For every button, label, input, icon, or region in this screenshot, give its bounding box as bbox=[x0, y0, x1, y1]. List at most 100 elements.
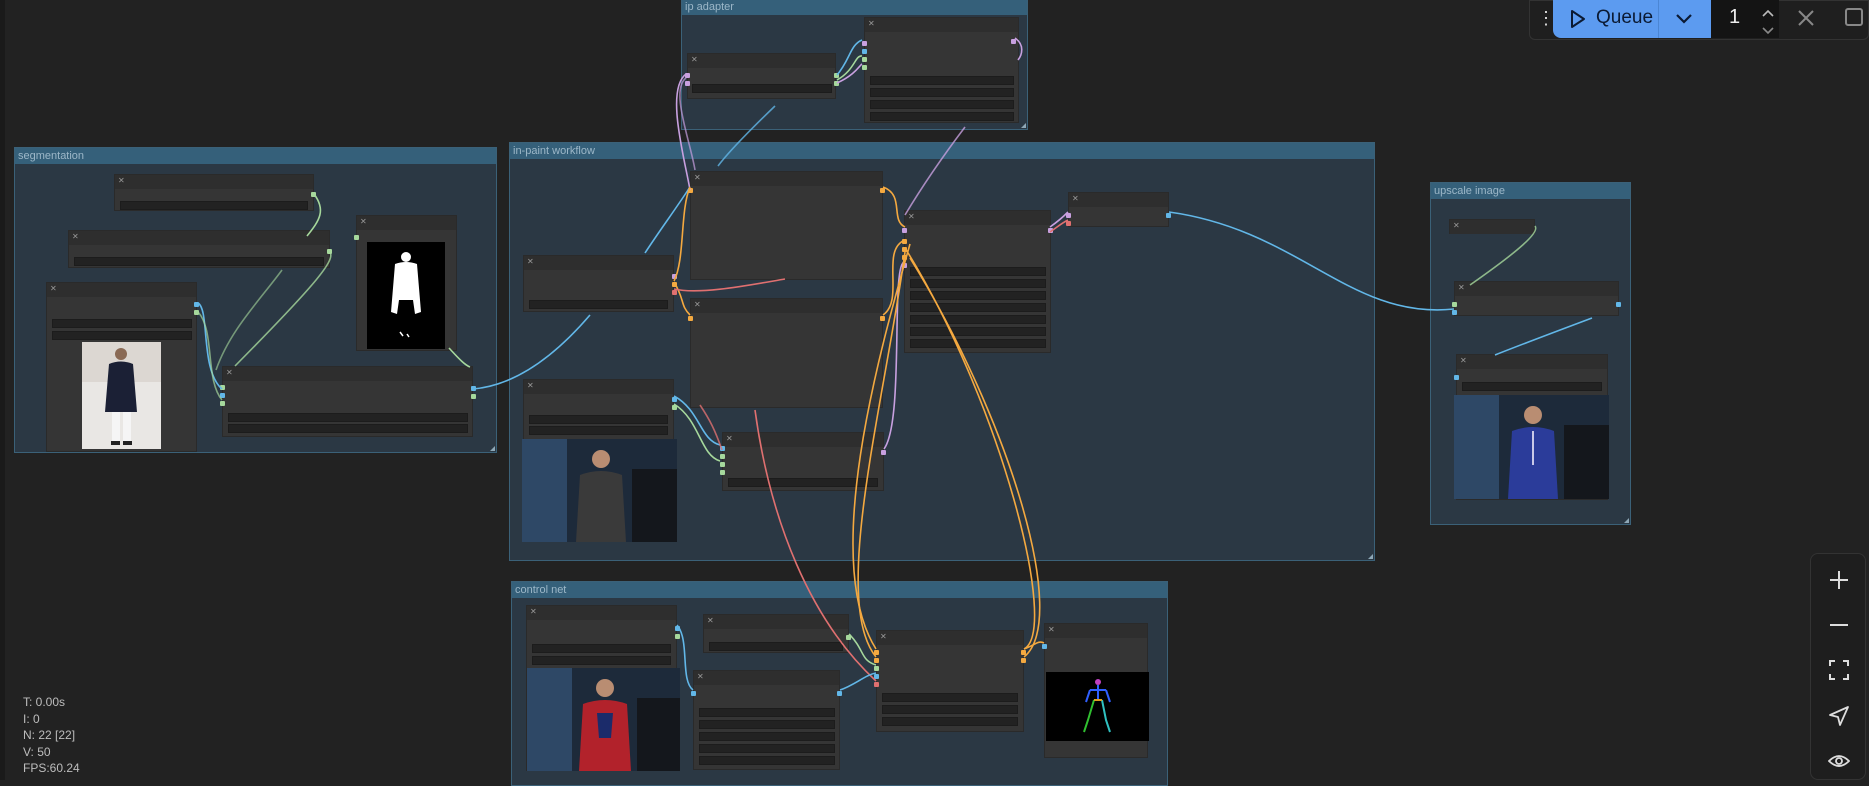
collapse-icon[interactable]: ✕ bbox=[72, 232, 79, 242]
collapse-icon[interactable]: ✕ bbox=[707, 616, 714, 626]
collapse-icon[interactable]: ✕ bbox=[908, 212, 915, 222]
node-image-composite[interactable]: ✕ bbox=[720, 432, 886, 491]
collapse-icon[interactable]: ✕ bbox=[697, 672, 704, 682]
output-port[interactable] bbox=[672, 290, 677, 295]
node-header[interactable]: ✕ bbox=[527, 606, 676, 620]
output-port[interactable] bbox=[1166, 213, 1171, 218]
input-port[interactable] bbox=[1066, 213, 1071, 218]
output-port[interactable] bbox=[1048, 228, 1053, 233]
group-resize-handle[interactable] bbox=[1368, 554, 1373, 559]
node-widget[interactable] bbox=[529, 300, 668, 309]
output-port[interactable] bbox=[846, 635, 851, 640]
output-port[interactable] bbox=[834, 81, 839, 86]
node-header[interactable]: ✕ bbox=[1045, 624, 1147, 638]
collapse-icon[interactable]: ✕ bbox=[118, 176, 125, 186]
node-header[interactable]: ✕ bbox=[905, 211, 1050, 225]
input-port[interactable] bbox=[874, 682, 879, 687]
node-header[interactable]: ✕ bbox=[1450, 220, 1534, 234]
fit-view-icon[interactable] bbox=[1824, 655, 1854, 685]
collapse-icon[interactable]: ✕ bbox=[360, 217, 367, 227]
node-header[interactable]: ✕ bbox=[357, 216, 456, 230]
input-port[interactable] bbox=[688, 316, 693, 321]
output-port[interactable] bbox=[672, 405, 677, 410]
node-upscale-with-model[interactable]: ✕ bbox=[1452, 281, 1621, 316]
node-header[interactable]: ✕ bbox=[704, 615, 848, 629]
node-widget[interactable] bbox=[699, 744, 835, 753]
output-port[interactable] bbox=[672, 397, 677, 402]
input-port[interactable] bbox=[691, 691, 696, 696]
output-port[interactable] bbox=[1021, 650, 1026, 655]
collapse-icon[interactable]: ✕ bbox=[691, 55, 698, 65]
collapse-icon[interactable]: ✕ bbox=[694, 173, 701, 183]
output-port[interactable] bbox=[880, 316, 885, 321]
node-header[interactable]: ✕ bbox=[688, 54, 835, 68]
output-port[interactable] bbox=[672, 274, 677, 279]
node-widget[interactable] bbox=[529, 415, 668, 424]
node-widget[interactable] bbox=[870, 88, 1014, 97]
node-header[interactable]: ✕ bbox=[47, 283, 196, 297]
node-widget[interactable] bbox=[74, 257, 324, 266]
node-widget[interactable] bbox=[228, 424, 468, 433]
panel-toggle-icon[interactable] bbox=[1843, 6, 1865, 33]
node-ksampler-b[interactable]: ✕ bbox=[688, 298, 885, 408]
collapse-icon[interactable]: ✕ bbox=[50, 284, 57, 294]
collapse-icon[interactable]: ✕ bbox=[726, 434, 733, 444]
input-port[interactable] bbox=[902, 255, 907, 260]
input-port[interactable] bbox=[902, 239, 907, 244]
node-widget[interactable] bbox=[870, 100, 1014, 109]
node-header[interactable]: ✕ bbox=[1069, 193, 1168, 207]
group-resize-handle[interactable] bbox=[490, 446, 495, 451]
output-port[interactable] bbox=[834, 73, 839, 78]
output-port[interactable] bbox=[837, 691, 842, 696]
collapse-icon[interactable]: ✕ bbox=[868, 19, 875, 29]
node-apply-controlnet[interactable]: ✕ bbox=[874, 630, 1026, 732]
group-resize-handle[interactable] bbox=[1624, 518, 1629, 523]
node-ksampler-a[interactable]: ✕ bbox=[688, 171, 885, 280]
input-port[interactable] bbox=[720, 446, 725, 451]
node-widget[interactable] bbox=[882, 693, 1018, 702]
node-checkpoint-loader[interactable]: ✕ bbox=[902, 210, 1053, 353]
node-load-image-pose[interactable]: ✕ bbox=[526, 605, 680, 771]
collapse-icon[interactable]: ✕ bbox=[694, 300, 701, 310]
output-port[interactable] bbox=[471, 386, 476, 391]
node-widget[interactable] bbox=[692, 84, 832, 93]
node-segment-combine[interactable]: ✕ bbox=[220, 366, 476, 437]
node-widget[interactable] bbox=[910, 315, 1046, 324]
input-port[interactable] bbox=[1042, 644, 1047, 649]
group-resize-handle[interactable] bbox=[1021, 123, 1026, 128]
node-widget[interactable] bbox=[529, 426, 668, 435]
group-title[interactable]: ip adapter bbox=[682, 0, 1027, 15]
node-header[interactable]: ✕ bbox=[691, 172, 882, 186]
node-header[interactable]: ✕ bbox=[694, 671, 839, 685]
node-widget[interactable] bbox=[910, 279, 1046, 288]
node-header[interactable]: ✕ bbox=[524, 380, 673, 394]
input-port[interactable] bbox=[720, 470, 725, 475]
node-header[interactable]: ✕ bbox=[723, 433, 883, 447]
node-widget[interactable] bbox=[699, 708, 835, 717]
node-load-image-person[interactable]: ✕ bbox=[522, 379, 677, 542]
collapse-icon[interactable]: ✕ bbox=[226, 368, 233, 378]
node-widget[interactable] bbox=[52, 319, 192, 328]
input-port[interactable] bbox=[688, 188, 693, 193]
input-port[interactable] bbox=[902, 263, 907, 268]
input-port[interactable] bbox=[354, 235, 359, 240]
input-port[interactable] bbox=[1454, 375, 1459, 380]
output-port[interactable] bbox=[471, 394, 476, 399]
output-port[interactable] bbox=[880, 188, 885, 193]
node-widget[interactable] bbox=[910, 267, 1046, 276]
node-widget[interactable] bbox=[870, 112, 1014, 121]
node-header[interactable]: ✕ bbox=[1455, 282, 1618, 296]
node-widget[interactable] bbox=[699, 720, 835, 729]
input-port[interactable] bbox=[220, 401, 225, 406]
input-port[interactable] bbox=[685, 73, 690, 78]
node-header[interactable]: ✕ bbox=[877, 631, 1023, 645]
node-widget[interactable] bbox=[532, 644, 671, 653]
group-title[interactable]: upscale image bbox=[1431, 183, 1630, 199]
node-widget[interactable] bbox=[882, 705, 1018, 714]
collapse-icon[interactable]: ✕ bbox=[1072, 194, 1079, 204]
node-pose-preview[interactable]: ✕ bbox=[1042, 623, 1149, 758]
input-port[interactable] bbox=[1452, 310, 1457, 315]
group-title[interactable]: segmentation bbox=[15, 148, 496, 164]
node-header[interactable]: ✕ bbox=[223, 367, 472, 381]
collapse-icon[interactable]: ✕ bbox=[530, 607, 537, 617]
